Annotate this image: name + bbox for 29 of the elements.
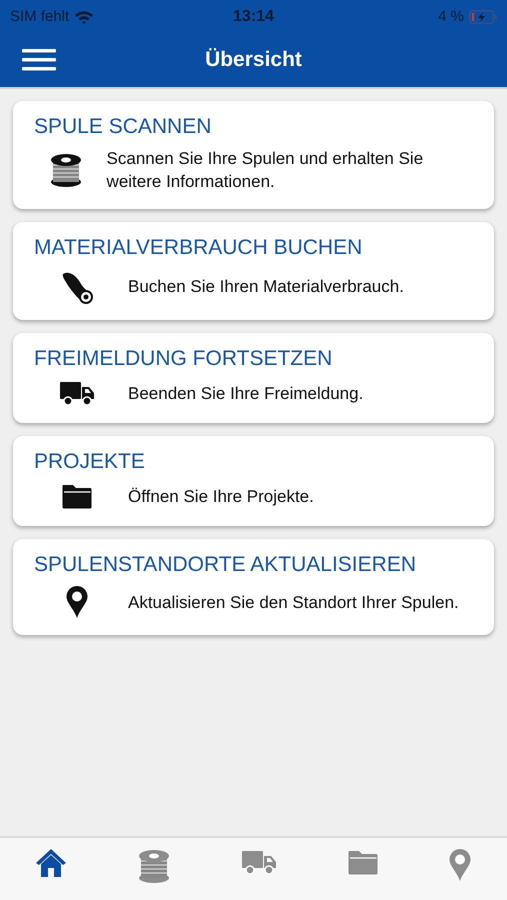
card-title: MATERIALVERBRAUCH BUCHEN [34, 236, 364, 260]
card-title: PROJEKTE [34, 450, 146, 474]
card-description: Scannen Sie Ihre Spulen und erhalten Sie weitere Informationen. [106, 148, 424, 193]
card-description: Öffnen Sie Ihre Projekte. [128, 486, 314, 508]
menu-icon[interactable] [22, 49, 56, 71]
card-description: Beenden Sie Ihre Freimeldung. [128, 382, 364, 404]
time-text: 13:14 [233, 8, 274, 26]
menu-card[interactable]: SPULENSTANDORTE AKTUALISIEREN Aktualisieren Sie den Standort Ihrer Spulen. [13, 539, 494, 635]
truck-icon [59, 379, 95, 407]
card-description: Buchen Sie Ihren Materialverbrauch. [128, 276, 404, 298]
card-title: SPULE SCANNEN [34, 115, 212, 139]
menu-card[interactable]: MATERIALVERBRAUCH BUCHEN Buchen Sie Ihren Materialverbrauch. [13, 222, 494, 320]
battery-text: 4 % [438, 8, 464, 25]
battery-icon [468, 10, 497, 24]
tab-folder-icon[interactable] [346, 848, 379, 876]
menu-card[interactable]: SPULE SCANNEN Scannen Sie Ihre Spulen und erhalten Sie weitere Informationen. [13, 101, 494, 209]
carrier-text: SIM fehlt [10, 8, 70, 25]
card-title: FREIMELDUNG FORTSETZEN [34, 347, 334, 371]
wifi-icon [74, 10, 94, 24]
tab-home-icon[interactable] [34, 848, 67, 878]
folder-icon [61, 482, 93, 510]
tab-truck-icon[interactable] [241, 848, 278, 876]
card-title: SPULENSTANDORTE AKTUALISIEREN [34, 553, 417, 577]
menu-card[interactable]: FREIMELDUNG FORTSETZEN Beenden Sie Ihre Freimeldung. [13, 333, 494, 423]
tab-location-pin-icon[interactable] [448, 848, 472, 882]
card-description: Aktualisieren Sie den Standort Ihrer Spulen. [128, 592, 459, 614]
screen-title: Übersicht [205, 48, 302, 72]
location-pin-icon [65, 585, 89, 619]
menu-card[interactable]: PROJEKTE Öffnen Sie Ihre Projekte. [13, 436, 494, 526]
